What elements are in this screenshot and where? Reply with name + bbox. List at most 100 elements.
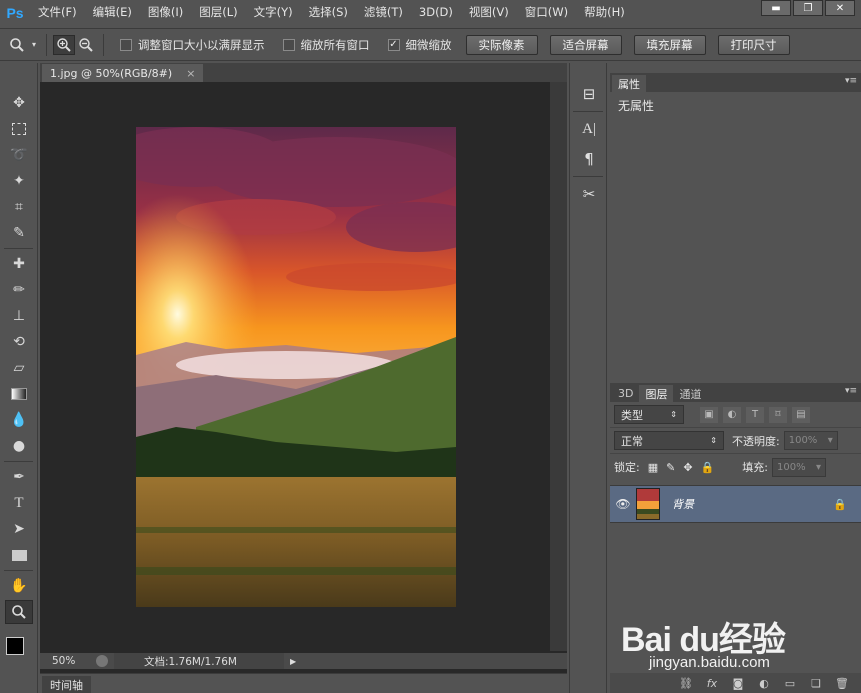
fill-screen-button[interactable]: 填充屏幕 — [633, 34, 706, 55]
lock-position-icon[interactable]: ✥ — [683, 461, 692, 474]
history-panel-icon[interactable]: ⊟ — [575, 81, 603, 107]
layer-name[interactable]: 背景 — [672, 496, 694, 512]
filter-smart-object-icon[interactable]: ▤ — [792, 406, 810, 423]
menu-edit[interactable]: 编辑(E) — [85, 0, 140, 25]
blend-mode-dropdown[interactable]: 正常 ⇕ — [614, 431, 724, 450]
filter-shape-icon[interactable]: ⌑ — [769, 406, 787, 423]
actual-pixels-button[interactable]: 实际像素 — [465, 34, 538, 55]
filter-kind-dropdown[interactable]: 类型 ⇕ — [614, 405, 684, 424]
menu-select[interactable]: 选择(S) — [301, 0, 356, 25]
close-button[interactable]: ✕ — [825, 0, 855, 16]
restore-button[interactable]: ❐ — [793, 0, 823, 16]
magic-wand-tool-icon[interactable]: ✦ — [5, 169, 33, 193]
zoom-all-windows-label: 缩放所有窗口 — [300, 37, 370, 52]
vertical-scrollbar[interactable] — [550, 82, 567, 651]
new-group-icon[interactable]: ▭ — [777, 677, 803, 690]
color-swatches[interactable] — [6, 637, 36, 667]
eyedropper-tool-icon[interactable]: ✎ — [5, 221, 33, 245]
tab-channels[interactable]: 通道 — [673, 385, 707, 402]
timeline-tab[interactable]: 时间轴 — [42, 676, 91, 693]
minimize-button[interactable]: ▬ — [761, 0, 791, 16]
opacity-field[interactable]: 100% ▾ — [783, 431, 838, 450]
path-selection-tool-icon[interactable]: ➤ — [5, 517, 33, 541]
eraser-tool-icon[interactable]: ▱ — [5, 356, 33, 380]
lock-all-icon[interactable]: 🔒 — [701, 461, 715, 474]
type-tool-icon[interactable]: T — [5, 491, 33, 515]
lasso-tool-icon[interactable]: ➰ — [5, 143, 33, 167]
fill-field[interactable]: 100% ▾ — [771, 457, 826, 477]
print-size-button[interactable]: 打印尺寸 — [717, 34, 790, 55]
marquee-tool-icon[interactable] — [5, 117, 33, 141]
document-tab-title: 1.jpg @ 50%(RGB/8#) — [50, 66, 173, 80]
tab-3d[interactable]: 3D — [612, 385, 639, 402]
lock-icon: 🔒 — [833, 497, 847, 511]
new-layer-icon[interactable]: ❏ — [803, 677, 829, 690]
adjustment-layer-icon[interactable]: ◐ — [751, 677, 777, 690]
panel-menu-icon[interactable]: ▾≡ — [845, 386, 857, 396]
filter-pixel-icon[interactable]: ▣ — [700, 406, 718, 423]
separator — [4, 570, 33, 571]
menu-layer[interactable]: 图层(L) — [191, 0, 245, 25]
history-brush-tool-icon[interactable]: ⟲ — [5, 330, 33, 354]
checkbox-box[interactable] — [120, 38, 132, 51]
fit-screen-button[interactable]: 适合屏幕 — [549, 34, 622, 55]
link-layers-icon[interactable]: ⛓ — [673, 677, 699, 690]
filter-type-icon[interactable]: T — [746, 406, 764, 423]
foreground-color[interactable] — [6, 637, 24, 655]
hand-tool-icon[interactable]: ✋ — [5, 574, 33, 598]
layer-row-background[interactable]: 👁 背景 🔒 — [610, 485, 861, 523]
filter-adjustment-icon[interactable]: ◐ — [723, 406, 741, 423]
menu-help[interactable]: 帮助(H) — [576, 0, 633, 25]
crop-tool-icon[interactable]: ⌗ — [5, 195, 33, 219]
menu-image[interactable]: 图像(I) — [140, 0, 191, 25]
lock-transparent-icon[interactable]: ▦ — [648, 461, 658, 474]
status-info-icon[interactable] — [96, 655, 108, 667]
document-tab[interactable]: 1.jpg @ 50%(RGB/8#) × — [42, 64, 204, 82]
zoom-all-windows-checkbox[interactable]: 缩放所有窗口 — [282, 37, 370, 53]
zoom-tool-icon[interactable] — [5, 600, 33, 624]
zoom-out-icon[interactable] — [75, 35, 97, 55]
tab-layers[interactable]: 图层 — [639, 385, 674, 402]
fx-icon[interactable]: fx — [699, 677, 725, 690]
panel-menu-icon[interactable]: ▾≡ — [845, 76, 857, 86]
zoom-tool-preset-icon[interactable] — [6, 35, 28, 55]
character-panel-icon[interactable]: A| — [575, 116, 603, 142]
zoom-in-icon[interactable] — [53, 34, 75, 55]
window-controls: ▬ ❐ ✕ — [759, 0, 855, 16]
dodge-tool-icon[interactable]: ● — [5, 434, 33, 458]
move-tool-icon[interactable]: ✥ — [5, 91, 33, 115]
checkbox-box-checked[interactable]: ✓ — [387, 38, 400, 51]
menu-type[interactable]: 文字(Y) — [246, 0, 301, 25]
tools-panel: ✥ ➰ ✦ ⌗ ✎ ✚ ✏ ⊥ ⟲ ▱ 💧 ● ✒ T ➤ ✋ — [0, 63, 38, 693]
preset-dropdown-icon[interactable]: ▾ — [28, 35, 40, 55]
tab-properties[interactable]: 属性 — [612, 75, 646, 92]
status-menu-arrow-icon[interactable]: ▶ — [290, 657, 296, 666]
scrubby-zoom-checkbox[interactable]: ✓ 细微缩放 — [387, 37, 452, 53]
menu-file[interactable]: 文件(F) — [30, 0, 85, 25]
tool-presets-icon[interactable]: ✂ — [575, 181, 603, 207]
marquee-shape — [12, 123, 26, 135]
resize-window-label: 调整窗口大小以满屏显示 — [138, 37, 265, 52]
menu-window[interactable]: 窗口(W) — [517, 0, 576, 25]
pen-tool-icon[interactable]: ✒ — [5, 465, 33, 489]
menu-view[interactable]: 视图(V) — [461, 0, 517, 25]
blur-tool-icon[interactable]: 💧 — [5, 408, 33, 432]
rectangle-tool-icon[interactable] — [5, 543, 33, 567]
dropdown-arrow-icon: ▾ — [827, 435, 833, 446]
checkbox-box[interactable] — [282, 38, 295, 51]
add-mask-icon[interactable]: ◙ — [725, 677, 751, 690]
clone-stamp-tool-icon[interactable]: ⊥ — [5, 304, 33, 328]
healing-brush-tool-icon[interactable]: ✚ — [5, 252, 33, 276]
gradient-tool-icon[interactable] — [5, 382, 33, 406]
close-tab-icon[interactable]: × — [186, 67, 195, 80]
document-size-info: 文档:1.76M/1.76M — [114, 653, 284, 669]
zoom-level[interactable]: 50% — [40, 655, 90, 667]
menu-3d[interactable]: 3D(D) — [411, 0, 461, 25]
eye-icon[interactable]: 👁 — [610, 497, 636, 511]
lock-image-icon[interactable]: ✎ — [666, 461, 675, 474]
menu-filter[interactable]: 滤镜(T) — [356, 0, 411, 25]
resize-window-checkbox[interactable]: 调整窗口大小以满屏显示 — [120, 37, 265, 53]
brush-tool-icon[interactable]: ✏ — [5, 278, 33, 302]
trash-icon[interactable]: 🗑 — [829, 677, 855, 690]
paragraph-panel-icon[interactable]: ¶ — [575, 146, 603, 172]
